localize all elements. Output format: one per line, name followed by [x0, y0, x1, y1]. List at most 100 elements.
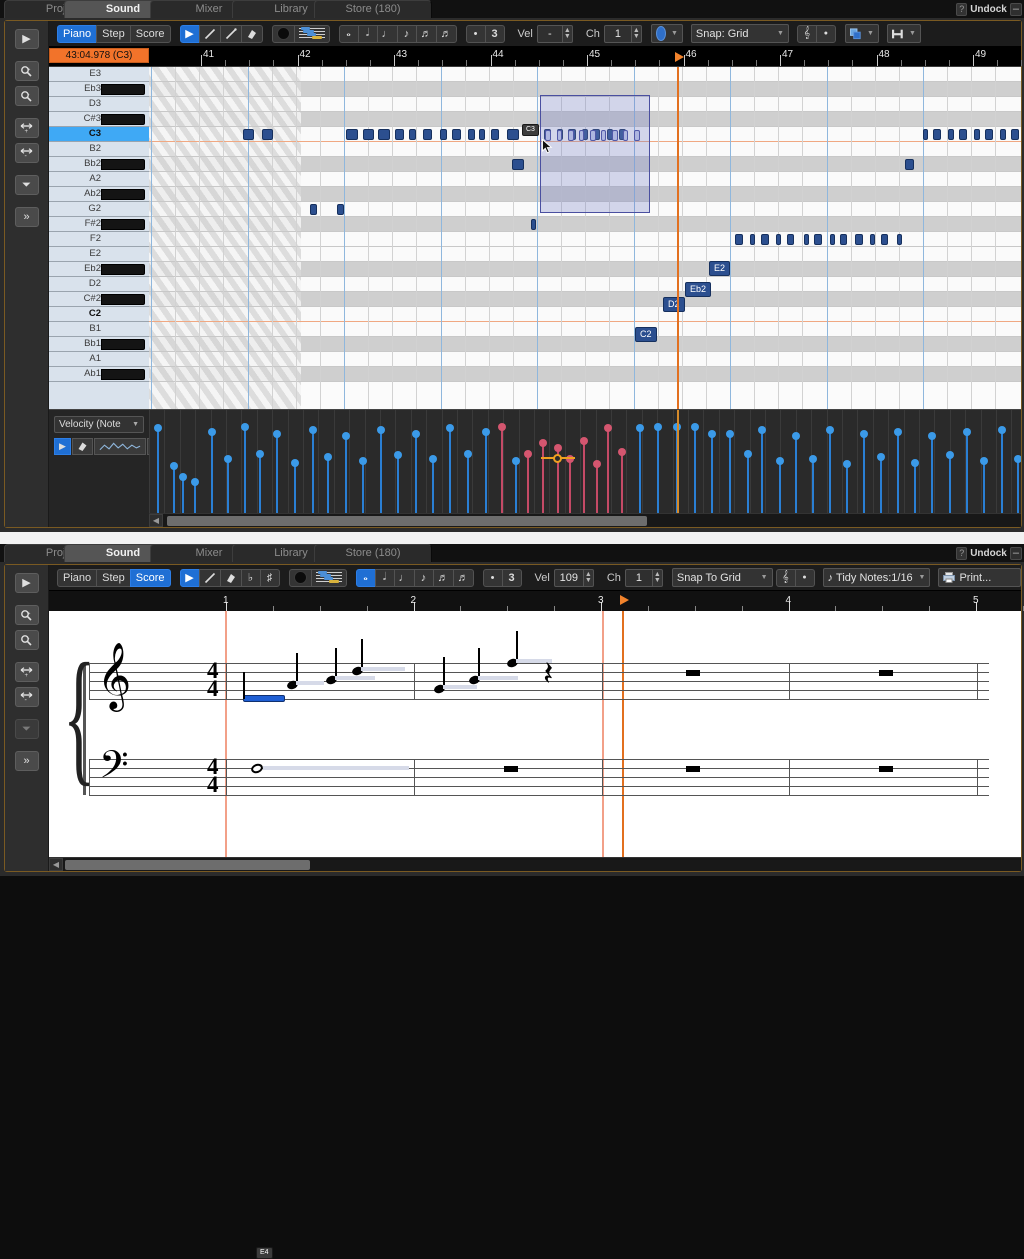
score-horizontal-scrollbar[interactable]: ◀ — [49, 857, 1021, 871]
velocity-point[interactable] — [208, 428, 216, 436]
scroll-thumb[interactable] — [167, 516, 647, 526]
velocity-stem[interactable] — [182, 477, 184, 513]
velocity-point[interactable] — [726, 429, 734, 438]
expand-horizontal-tool-icon[interactable]: + — [14, 118, 39, 138]
expand-horizontal-tool-icon-2[interactable]: + — [14, 662, 39, 682]
play-tool-icon-2[interactable]: ▶ — [14, 573, 39, 593]
note-name-label[interactable]: Eb2 — [685, 282, 712, 297]
sharp-tool-icon[interactable]: ♯ — [259, 568, 280, 587]
eighth-note-icon[interactable]: ♪ — [396, 24, 417, 43]
velocity-point[interactable] — [998, 426, 1006, 435]
whole-note-icon-2[interactable]: 𝅝 — [355, 568, 376, 587]
velocity-point[interactable] — [708, 429, 716, 438]
triplet-button[interactable]: 3 — [484, 24, 505, 43]
piano-roll-note[interactable] — [531, 219, 536, 230]
piano-roll-note[interactable] — [479, 129, 485, 140]
velocity-curve-tool-icon[interactable] — [93, 438, 146, 455]
piano-key-b1[interactable]: B1 — [49, 322, 149, 337]
velocity-point[interactable] — [792, 431, 800, 440]
velocity-stem[interactable] — [761, 430, 763, 513]
piano-roll-note[interactable] — [440, 129, 447, 140]
velocity-erase-tool-icon[interactable] — [71, 438, 93, 455]
velocity-stem[interactable] — [312, 430, 314, 513]
piano-key-fs2[interactable]: F#2 — [49, 217, 149, 232]
pencil-tool-icon-2[interactable] — [198, 568, 221, 587]
velocity-draw-tool-icon[interactable]: ▶ — [54, 438, 71, 455]
piano-key-eb3[interactable]: Eb3 — [49, 82, 149, 97]
dotted-note-button-2[interactable]: • — [482, 568, 503, 587]
piano-roll-note[interactable] — [310, 204, 317, 215]
black-key[interactable] — [101, 219, 145, 230]
velocity-point[interactable] — [894, 428, 902, 436]
piano-roll-note[interactable] — [409, 129, 416, 140]
velocity-stem[interactable] — [485, 432, 487, 513]
mode-tab-score-2[interactable]: Score — [129, 568, 171, 587]
velocity-point[interactable] — [691, 422, 699, 431]
sixteenth-note-icon-2[interactable]: ♬ — [432, 568, 454, 587]
velocity-point[interactable] — [309, 426, 317, 435]
velocity-point[interactable] — [928, 431, 936, 440]
velocity-stem[interactable] — [173, 466, 175, 513]
arrow-tool-icon[interactable]: ▶ — [179, 24, 200, 43]
piano-roll-note[interactable] — [830, 234, 835, 245]
treble-clef-icon-2[interactable]: 𝄞 — [775, 568, 796, 587]
velocity-point[interactable] — [776, 456, 784, 465]
velocity-stem[interactable] — [829, 430, 831, 513]
piano-key-f2[interactable]: F2 — [49, 232, 149, 247]
velocity-stem[interactable] — [515, 460, 517, 513]
velocity-stem[interactable] — [621, 451, 623, 513]
piano-roll-note[interactable] — [855, 234, 863, 245]
piano-key-bb1[interactable]: Bb1 — [49, 337, 149, 352]
velocity-point[interactable] — [273, 429, 281, 438]
black-key[interactable] — [101, 369, 145, 380]
velocity-stem[interactable] — [362, 460, 364, 513]
velocity-stem[interactable] — [259, 453, 261, 513]
velocity-point[interactable] — [843, 460, 851, 469]
piano-roll-note[interactable] — [959, 129, 967, 140]
piano-roll-note[interactable] — [881, 234, 888, 245]
velocity-point[interactable] — [154, 424, 162, 433]
piano-key-e2[interactable]: E2 — [49, 247, 149, 262]
velocity-stem[interactable] — [542, 442, 544, 513]
piano-key-eb2[interactable]: Eb2 — [49, 262, 149, 277]
velocity-current-point[interactable] — [553, 454, 562, 463]
dot-small-icon-2[interactable]: ● — [794, 568, 815, 587]
selected-note[interactable] — [568, 130, 574, 141]
piano-roll-note[interactable] — [974, 129, 980, 140]
piano-roll-note[interactable] — [452, 129, 461, 140]
piano-key-a1[interactable]: A1 — [49, 352, 149, 367]
velocity-stem[interactable] — [194, 482, 196, 513]
velocity-input[interactable]: - — [536, 24, 563, 43]
duplicate-tool[interactable]: ▼ — [844, 24, 879, 43]
black-key[interactable] — [101, 294, 145, 305]
velocity-point[interactable] — [324, 453, 332, 462]
treble-clef-icon[interactable]: 𝄞 — [796, 24, 817, 43]
velocity-point[interactable] — [179, 473, 187, 481]
velocity-point[interactable] — [498, 422, 506, 431]
piano-roll-note[interactable] — [337, 204, 344, 215]
piano-roll-note[interactable] — [897, 234, 902, 245]
undock-button-2[interactable]: Undock — [970, 548, 1007, 559]
piano-roll-note[interactable] — [468, 129, 475, 140]
velocity-stem[interactable] — [415, 433, 417, 513]
more-tools-icon[interactable]: » — [14, 207, 39, 227]
note-selection-box[interactable] — [540, 95, 650, 213]
velocity-point[interactable] — [170, 462, 178, 471]
velocity-stem[interactable] — [880, 457, 882, 513]
half-note-icon-2[interactable]: 𝅗𝅥 — [374, 568, 395, 587]
pencil-tool-icon[interactable] — [198, 24, 221, 43]
tab-store[interactable]: Store (180) — [314, 0, 432, 18]
velocity-point[interactable] — [744, 449, 752, 458]
note-color-mode-icon-2[interactable] — [288, 568, 312, 587]
whole-note-icon[interactable]: 𝅝 — [338, 24, 359, 43]
piano-roll-note[interactable] — [262, 129, 273, 140]
velocity-point[interactable] — [636, 423, 644, 432]
velocity-point[interactable] — [241, 422, 249, 431]
piano-roll-note[interactable] — [761, 234, 769, 245]
velocity-stem[interactable] — [227, 459, 229, 513]
black-key[interactable] — [101, 114, 145, 125]
velocity-point[interactable] — [593, 460, 601, 469]
piano-roll-note[interactable] — [787, 234, 794, 245]
piano-key-b2[interactable]: B2 — [49, 142, 149, 157]
velocity-point[interactable] — [618, 447, 626, 456]
